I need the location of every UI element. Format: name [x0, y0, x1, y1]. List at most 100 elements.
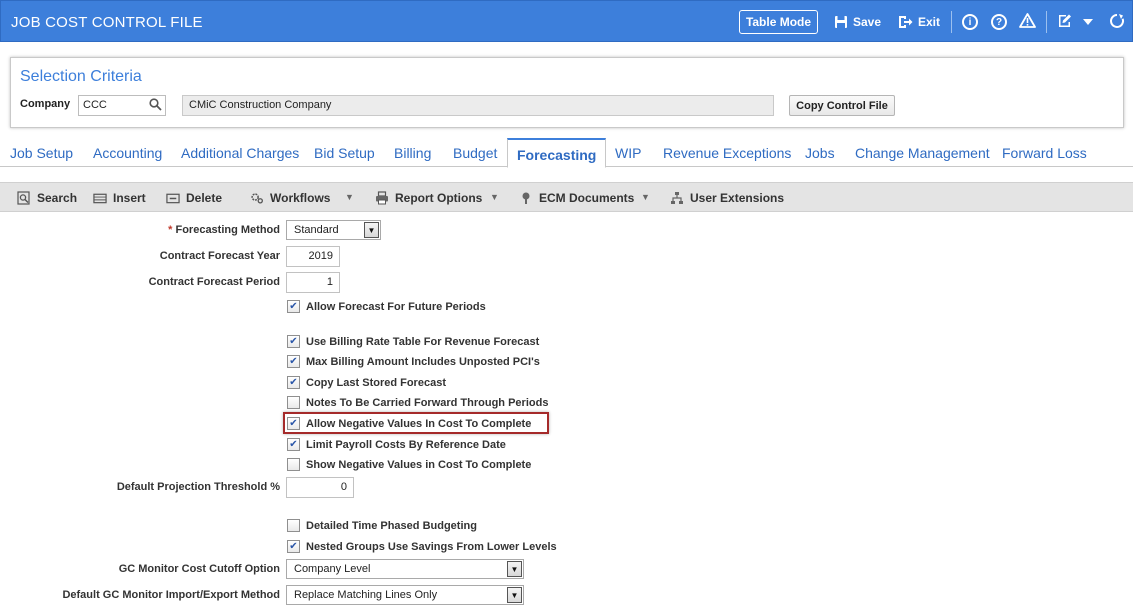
chevron-down-icon[interactable]: ▼ [490, 192, 499, 202]
insert-icon [93, 191, 107, 205]
contract-forecast-year-label: Contract Forecast Year [159, 250, 280, 262]
refresh-button[interactable] [1109, 10, 1125, 34]
app-title: JOB COST CONTROL FILE [11, 14, 203, 31]
search-button[interactable]: Search [17, 191, 77, 205]
edit-icon [1057, 13, 1072, 31]
contract-forecast-year-input[interactable]: 2019 [286, 246, 340, 267]
user-extensions-button[interactable]: User Extensions [670, 191, 784, 205]
save-label: Save [853, 15, 882, 29]
contract-forecast-period-input[interactable]: 1 [286, 272, 340, 293]
checkbox-label: Detailed Time Phased Budgeting [306, 519, 477, 532]
gc-monitor-cutoff-label: GC Monitor Cost Cutoff Option [118, 563, 280, 575]
company-name-field: CMiC Construction Company [182, 95, 774, 116]
tab-wip[interactable]: WIP [615, 145, 641, 161]
checkbox-label: Allow Negative Values In Cost To Complet… [306, 417, 532, 430]
ecm-documents-label: ECM Documents [539, 191, 635, 205]
ecm-icon [519, 191, 533, 205]
gc-monitor-cutoff-select[interactable]: Company Level ▼ [286, 559, 524, 579]
ecm-documents-button[interactable]: ECM Documents [519, 191, 634, 205]
chevron-down-icon [1083, 15, 1093, 29]
checkbox-label: Limit Payroll Costs By Reference Date [306, 438, 506, 451]
tab-budget[interactable]: Budget [453, 145, 497, 161]
checkbox[interactable]: ✔ [287, 417, 300, 430]
warning-icon [1019, 13, 1036, 31]
gc-monitor-import-export-select[interactable]: Replace Matching Lines Only ▼ [286, 585, 524, 605]
tab-additional-charges[interactable]: Additional Charges [181, 145, 299, 161]
separator [951, 11, 952, 33]
selection-criteria-title: Selection Criteria [20, 68, 142, 85]
tab-revenue-exceptions[interactable]: Revenue Exceptions [663, 145, 791, 161]
save-button[interactable]: Save [834, 10, 881, 34]
company-input[interactable]: CCC [78, 95, 166, 116]
warning-button[interactable] [1019, 10, 1036, 34]
checkbox-show-negative-values[interactable]: Show Negative Values in Cost To Complete [287, 458, 531, 471]
checkbox[interactable]: ✔ [287, 376, 300, 389]
delete-label: Delete [186, 191, 223, 205]
checkbox[interactable] [287, 519, 300, 532]
exit-label: Exit [918, 15, 941, 29]
checkbox-notes-carried-forward[interactable]: Notes To Be Carried Forward Through Peri… [287, 396, 548, 409]
title-bar: JOB COST CONTROL FILE Table Mode Save Ex… [0, 0, 1133, 42]
table-mode-button[interactable]: Table Mode [739, 10, 818, 34]
separator [1046, 11, 1047, 33]
printer-icon [375, 191, 389, 205]
checkbox-label: Notes To Be Carried Forward Through Peri… [306, 396, 549, 409]
checkbox-allow-forecast-future-periods[interactable]: ✔ Allow Forecast For Future Periods [287, 300, 486, 313]
checkbox-label: Allow Forecast For Future Periods [306, 300, 486, 313]
checkbox-limit-payroll-costs[interactable]: ✔ Limit Payroll Costs By Reference Date [287, 438, 506, 451]
forecasting-method-value: Standard [294, 224, 339, 236]
workflows-button[interactable]: Workflows [250, 191, 330, 205]
tab-bid-setup[interactable]: Bid Setup [314, 145, 375, 161]
exit-button[interactable]: Exit [898, 10, 940, 34]
tab-jobs[interactable]: Jobs [805, 145, 835, 161]
save-icon [834, 15, 848, 29]
info-button[interactable]: i [962, 10, 978, 34]
chevron-down-icon[interactable]: ▼ [507, 587, 522, 603]
search-icon[interactable] [149, 98, 162, 114]
insert-button[interactable]: Insert [93, 191, 146, 205]
checkbox[interactable] [287, 396, 300, 409]
edit-menu-button[interactable] [1057, 10, 1072, 34]
checkbox-nested-groups-savings[interactable]: ✔ Nested Groups Use Savings From Lower L… [287, 540, 557, 553]
company-code: CCC [83, 99, 107, 111]
user-extensions-label: User Extensions [690, 191, 785, 205]
tab-forward-loss[interactable]: Forward Loss [1002, 145, 1087, 161]
tab-change-management[interactable]: Change Management [855, 145, 990, 161]
report-options-button[interactable]: Report Options [375, 191, 482, 205]
tab-bar: Job Setup Accounting Additional Charges … [0, 138, 1133, 168]
hierarchy-icon [670, 191, 684, 205]
checkbox[interactable]: ✔ [287, 438, 300, 451]
checkbox[interactable]: ✔ [287, 300, 300, 313]
checkbox[interactable]: ✔ [287, 540, 300, 553]
search-icon [17, 191, 31, 205]
delete-icon [166, 191, 180, 205]
checkbox-use-billing-rate-table[interactable]: ✔ Use Billing Rate Table For Revenue For… [287, 335, 539, 348]
chevron-down-icon[interactable]: ▼ [345, 192, 354, 202]
dropdown-button[interactable] [1083, 10, 1093, 34]
search-label: Search [37, 191, 78, 205]
checkbox-label: Nested Groups Use Savings From Lower Lev… [306, 540, 557, 553]
tab-accounting[interactable]: Accounting [93, 145, 162, 161]
help-button[interactable]: ? [991, 10, 1007, 34]
forecasting-method-select[interactable]: Standard ▼ [286, 220, 381, 240]
checkbox[interactable] [287, 458, 300, 471]
checkbox-detailed-time-phased-budgeting[interactable]: Detailed Time Phased Budgeting [287, 519, 477, 532]
checkbox-max-billing-amount[interactable]: ✔ Max Billing Amount Includes Unposted P… [287, 355, 540, 368]
forecasting-method-label-text: Forecasting Method [175, 224, 280, 236]
chevron-down-icon[interactable]: ▼ [641, 192, 650, 202]
chevron-down-icon[interactable]: ▼ [507, 561, 522, 577]
checkbox[interactable]: ✔ [287, 355, 300, 368]
chevron-down-icon[interactable]: ▼ [364, 222, 379, 238]
tab-job-setup[interactable]: Job Setup [10, 145, 73, 161]
checkbox[interactable]: ✔ [287, 335, 300, 348]
tab-forecasting[interactable]: Forecasting [507, 138, 607, 168]
checkbox-allow-negative-values[interactable]: ✔ Allow Negative Values In Cost To Compl… [287, 417, 531, 430]
default-projection-threshold-input[interactable]: 0 [286, 477, 354, 498]
tab-billing[interactable]: Billing [394, 145, 431, 161]
toolbar: Search Insert Delete Workflows ▼ Report … [0, 182, 1133, 212]
selection-criteria-panel: Selection Criteria Company CCC CMiC Cons… [10, 57, 1124, 128]
checkbox-copy-last-stored-forecast[interactable]: ✔ Copy Last Stored Forecast [287, 376, 446, 389]
copy-control-file-button[interactable]: Copy Control File [789, 95, 895, 116]
company-label: Company [20, 98, 71, 110]
delete-button[interactable]: Delete [166, 191, 222, 205]
